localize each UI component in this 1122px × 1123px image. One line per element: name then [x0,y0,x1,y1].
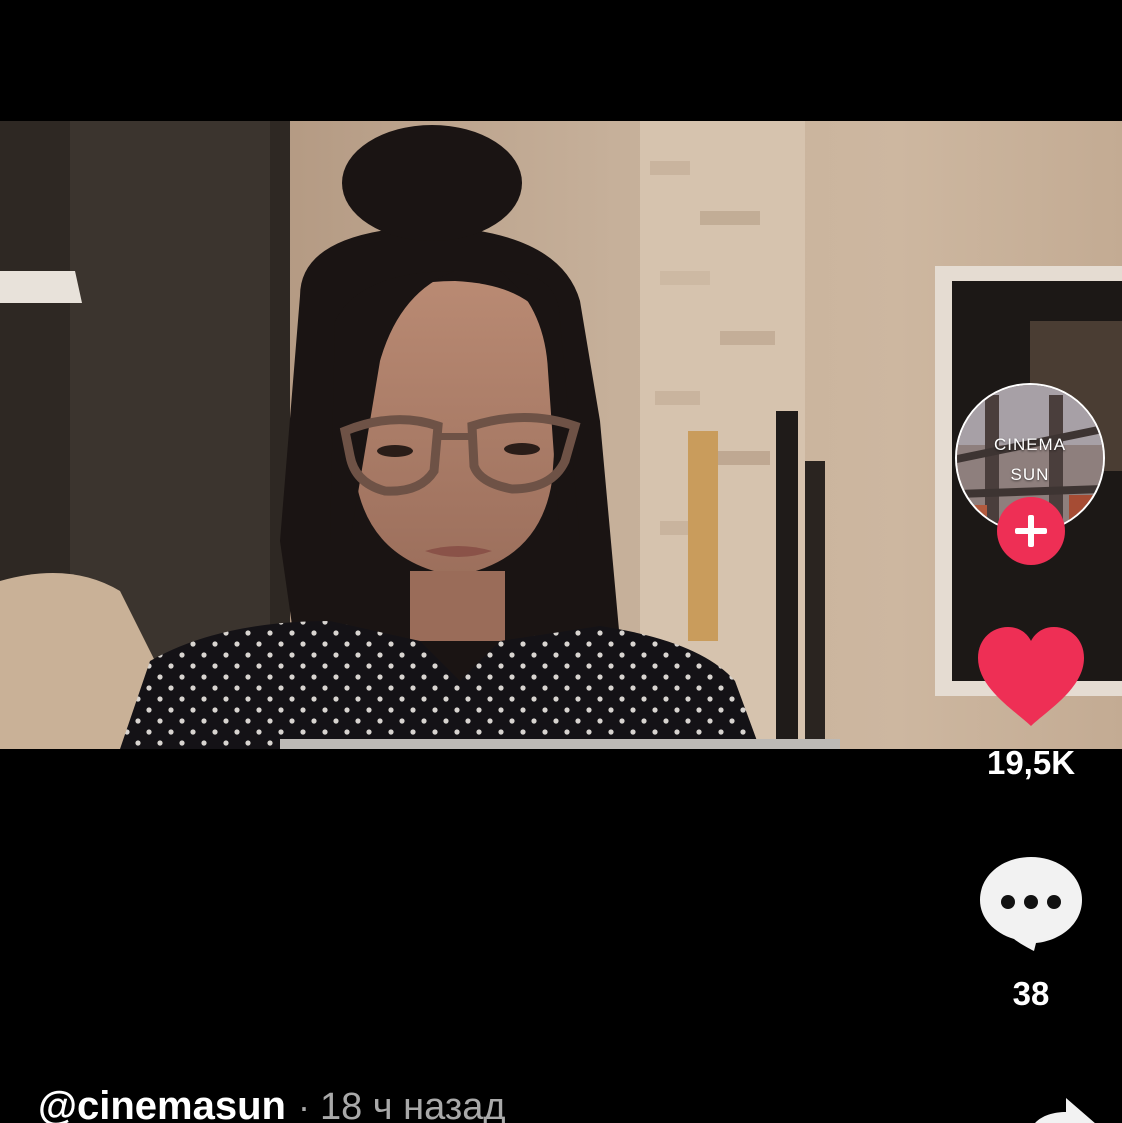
speech-bubble-icon [980,857,1082,951]
separator-dot: · [297,1086,310,1123]
post-time: 18 ч назад [319,1086,506,1123]
creator-username[interactable]: @cinemasun [38,1084,286,1123]
heart-icon [978,627,1084,726]
video-still [0,121,1122,749]
like-button[interactable] [974,624,1088,730]
plus-icon [1015,515,1047,547]
share-arrow-icon [1035,1098,1095,1123]
avatar-label-line1: CINEMA [993,435,1067,454]
follow-button[interactable] [997,497,1065,565]
video-feed-screen: CINEMA SUN 19,5K 38 @cinemasun · 18 ч наз [0,0,1122,1123]
avatar-label-line2: SUN [1010,465,1050,484]
share-button[interactable] [1020,1092,1100,1123]
comment-count: 38 [1012,975,1050,1012]
like-count: 19,5K [986,744,1076,781]
post-caption-row: @cinemasun · 18 ч назад [38,1084,506,1123]
video-player[interactable] [0,121,1122,749]
comment-button[interactable] [974,853,1088,953]
